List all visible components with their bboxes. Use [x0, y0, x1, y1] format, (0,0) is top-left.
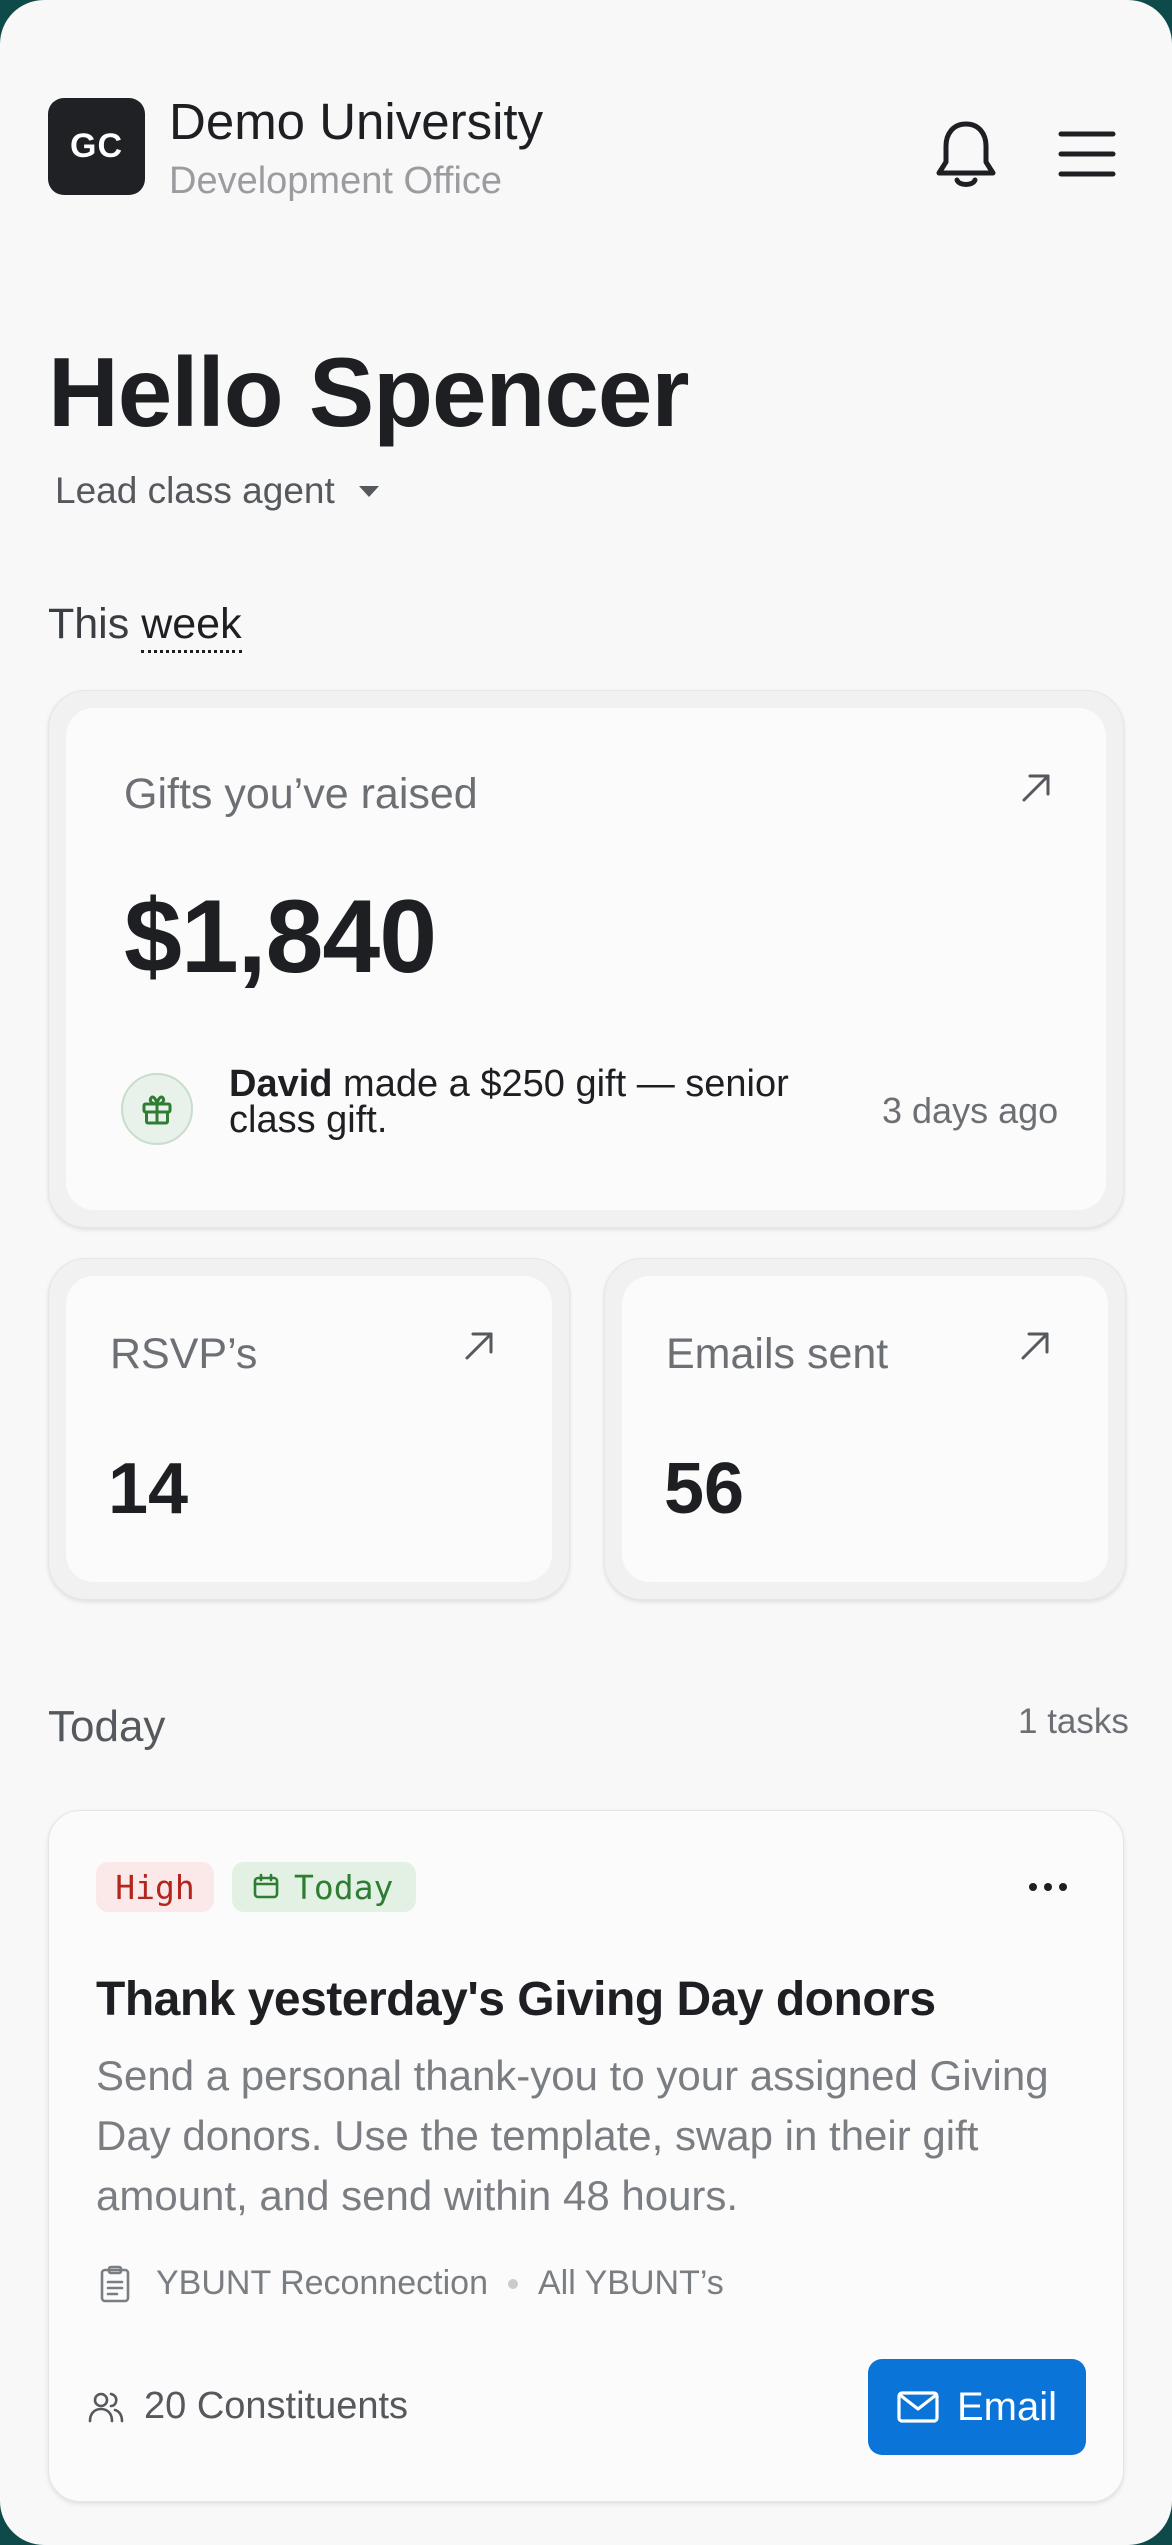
recent-gift-activity: David made a $250 gift — senior class gi… — [229, 1065, 829, 1139]
rsvp-card-inner — [66, 1276, 552, 1582]
rsvp-value: 14 — [108, 1449, 189, 1529]
period-value[interactable]: week — [141, 600, 242, 653]
hamburger-menu-icon[interactable] — [1058, 128, 1116, 180]
arrow-up-right-icon[interactable] — [1020, 772, 1052, 804]
app-screen: GC Demo University Development Office He… — [0, 0, 1172, 2545]
due-date-text: Today — [294, 1867, 394, 1907]
arrow-up-right-icon[interactable] — [463, 1330, 495, 1362]
org-name: Demo University — [169, 93, 544, 150]
arrow-up-right-icon[interactable] — [1019, 1330, 1051, 1362]
mail-icon — [897, 2391, 939, 2423]
separator-dot — [507, 2278, 518, 2289]
emails-sent-label: Emails sent — [666, 1330, 889, 1378]
priority-badge: High — [96, 1862, 214, 1912]
email-button[interactable]: Email — [868, 2359, 1086, 2455]
task-campaign[interactable]: YBUNT Reconnection — [156, 2264, 488, 2303]
clipboard-icon — [100, 2265, 130, 2302]
task-title: Thank yesterday's Giving Day donors — [96, 1973, 936, 2026]
today-heading: Today — [48, 1702, 166, 1751]
constituents-link[interactable]: 20 Constituents — [88, 2385, 408, 2428]
gifts-card-title: Gifts you’ve raised — [124, 770, 478, 818]
gifts-amount: $1,840 — [124, 879, 437, 995]
task-meta: YBUNT Reconnection All YBUNT’s — [100, 2264, 724, 2303]
due-date-badge: Today — [232, 1862, 416, 1912]
role-selector[interactable]: Lead class agent — [55, 470, 379, 512]
calendar-icon — [253, 1873, 279, 1899]
task-description: Send a personal thank-you to your assign… — [96, 2052, 1049, 2219]
email-button-label: Email — [956, 2384, 1058, 2429]
org-logo[interactable]: GC — [48, 98, 145, 195]
tasks-count: 1 tasks — [1018, 1702, 1129, 1741]
rsvp-label: RSVP’s — [110, 1330, 258, 1378]
greeting-title: Hello Spencer — [48, 337, 690, 447]
activity-time: 3 days ago — [882, 1090, 1059, 1131]
emails-sent-value: 56 — [664, 1449, 745, 1529]
period-prefix: This — [48, 600, 130, 648]
period-selector[interactable]: This week — [48, 600, 242, 653]
org-subtitle: Development Office — [169, 160, 503, 202]
gift-icon — [121, 1073, 193, 1145]
caret-down-icon — [358, 485, 379, 497]
constituents-count: 20 Constituents — [144, 2385, 409, 2427]
more-options-icon[interactable] — [1028, 1880, 1068, 1894]
bell-icon[interactable] — [934, 118, 998, 190]
role-selector-value: Lead class agent — [55, 470, 335, 511]
task-audience[interactable]: All YBUNT’s — [538, 2264, 724, 2303]
emails-sent-card-inner — [622, 1276, 1108, 1582]
users-icon — [88, 2392, 124, 2422]
